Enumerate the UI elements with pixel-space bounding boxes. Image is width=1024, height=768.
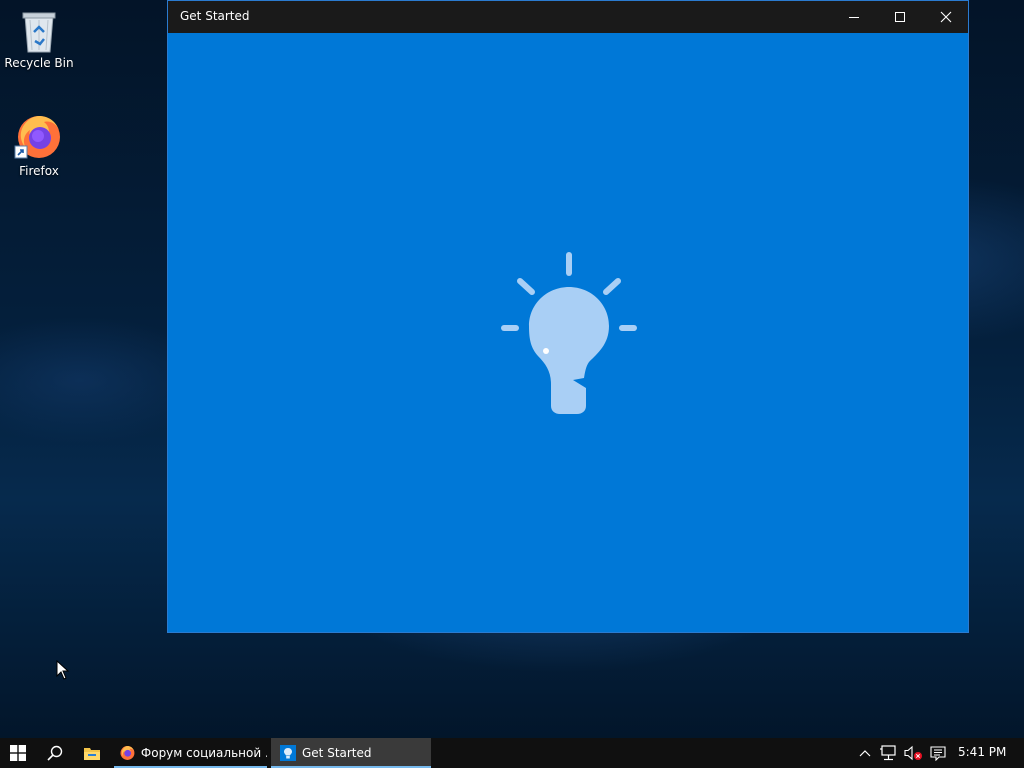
chevron-up-icon [859, 750, 871, 757]
file-explorer-icon [84, 748, 100, 760]
window-content [168, 33, 968, 632]
desktop-icon-firefox[interactable]: Firefox [0, 112, 78, 178]
get-started-window[interactable]: Get Started [167, 0, 969, 633]
network-icon [880, 745, 896, 761]
clock[interactable]: 5:41 PM [958, 745, 1006, 759]
taskbar-app-firefox[interactable]: Форум социальной ... [114, 738, 267, 768]
network-button[interactable] [878, 738, 900, 768]
notifications-icon [930, 746, 946, 761]
mouse-cursor-icon [56, 660, 70, 680]
window-title: Get Started [180, 9, 250, 23]
volume-button[interactable] [903, 738, 925, 768]
taskbar: Форум социальной ... Get Started 5:41 PM [0, 738, 1024, 768]
close-button[interactable] [923, 1, 969, 33]
maximize-icon [895, 12, 905, 22]
taskbar-app-label: Get Started [302, 746, 372, 760]
volume-muted-icon [904, 745, 922, 761]
minimize-icon [849, 17, 859, 18]
desktop-icon-label: Recycle Bin [4, 56, 74, 70]
firefox-icon [14, 116, 61, 159]
minimize-button[interactable] [831, 1, 877, 33]
search-icon [47, 745, 63, 761]
action-center-button[interactable] [927, 738, 949, 768]
recycle-bin-icon [22, 12, 56, 53]
desktop-icon-recycle-bin[interactable]: Recycle Bin [0, 8, 78, 70]
desktop-icon-label: Firefox [19, 164, 59, 178]
maximize-button[interactable] [877, 1, 923, 33]
taskbar-app-get-started[interactable]: Get Started [271, 738, 431, 768]
start-button[interactable] [0, 738, 36, 768]
window-titlebar[interactable]: Get Started [168, 1, 968, 33]
firefox-icon [120, 746, 135, 760]
windows-start-icon [10, 745, 26, 761]
search-button[interactable] [38, 738, 72, 768]
lightbulb-icon [501, 252, 637, 414]
get-started-icon [280, 745, 296, 761]
show-hidden-icons-button[interactable] [856, 738, 874, 768]
file-explorer-button[interactable] [74, 738, 110, 768]
desktop: Recycle Bin Firefox Get Started Форум со… [0, 0, 1024, 768]
close-icon [940, 11, 952, 23]
taskbar-app-label: Форум социальной ... [140, 746, 267, 760]
